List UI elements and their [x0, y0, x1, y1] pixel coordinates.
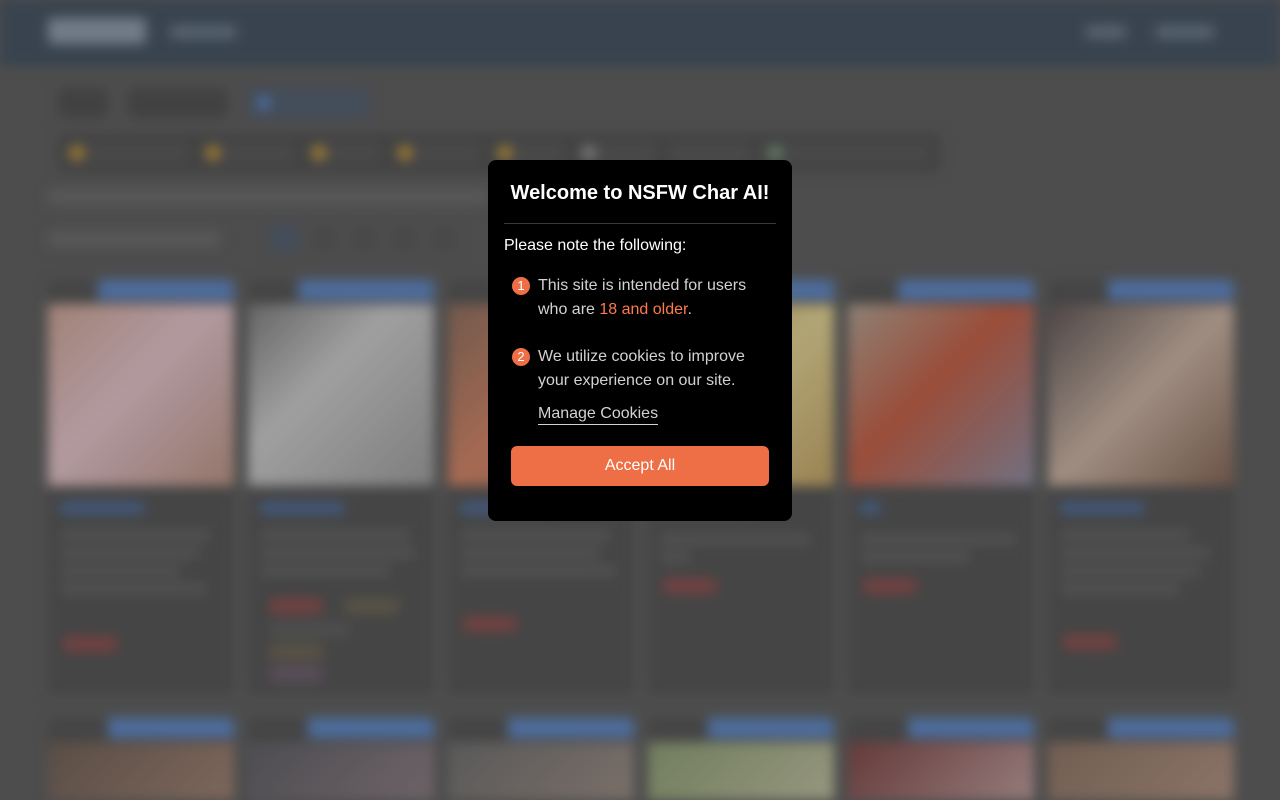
number-badge: 2: [512, 348, 530, 366]
notice-item-cookies: 2 We utilize cookies to improve your exp…: [504, 345, 776, 393]
notice-text-end: .: [687, 301, 692, 318]
notice-text: We utilize cookies to improve your exper…: [538, 348, 745, 389]
modal-lead-text: Please note the following:: [504, 237, 687, 254]
welcome-modal: Welcome to NSFW Char AI! Please note the…: [488, 160, 792, 521]
modal-title: Welcome to NSFW Char AI!: [510, 182, 770, 204]
accept-all-button[interactable]: Accept All: [511, 446, 769, 486]
age-highlight: 18 and older: [599, 301, 688, 318]
number-badge: 1: [512, 277, 530, 295]
notice-item-age: 1 This site is intended for users who ar…: [504, 274, 776, 322]
manage-cookies-link[interactable]: Manage Cookies: [538, 404, 659, 425]
modal-divider: [504, 223, 776, 224]
